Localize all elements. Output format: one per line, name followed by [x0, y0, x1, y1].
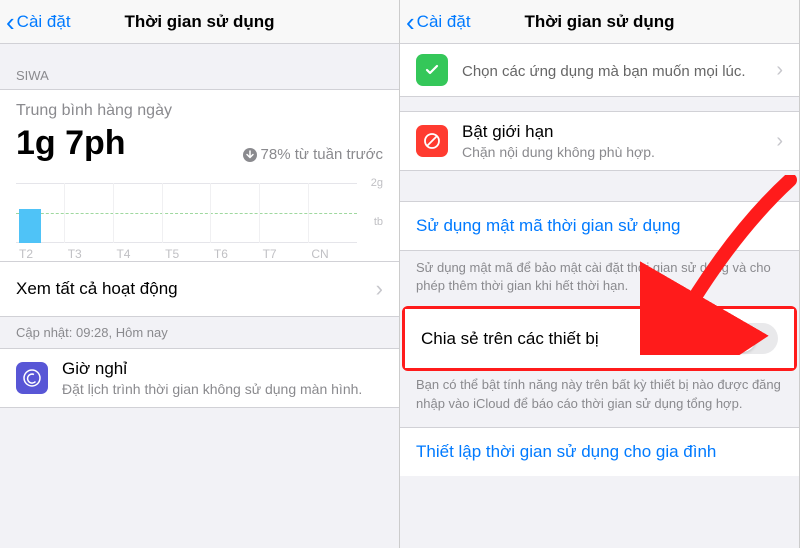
- y-axis-label-mid: tb: [374, 216, 383, 228]
- avg-change: 78% từ tuần trước: [243, 146, 383, 163]
- share-desc: Bạn có thể bật tính năng này trên bất kỳ…: [400, 368, 799, 426]
- back-label: Cài đặt: [17, 12, 71, 32]
- back-button[interactable]: ‹ Cài đặt: [406, 9, 471, 35]
- nav-bar: ‹ Cài đặt Thời gian sử dụng: [0, 0, 399, 44]
- limits-sub: Chặn nội dung không phù hợp.: [462, 144, 762, 160]
- share-label: Chia sẻ trên các thiết bị: [421, 329, 599, 349]
- share-toggle[interactable]: [727, 323, 778, 354]
- see-all-label: Xem tất cả hoạt động: [16, 279, 178, 299]
- screen-right: ‹ Cài đặt Thời gian sử dụng Chọn các ứng…: [400, 0, 800, 548]
- chevron-right-icon: ›: [776, 59, 783, 82]
- share-across-devices-row[interactable]: Chia sẻ trên các thiết bị: [405, 309, 794, 368]
- avg-change-text: 78% từ tuần trước: [261, 146, 383, 163]
- avg-label: Trung bình hàng ngày: [16, 102, 383, 120]
- x-label: CN: [308, 247, 357, 261]
- x-label: T3: [65, 247, 114, 261]
- no-entry-icon: [416, 125, 448, 157]
- arrow-down-circle-icon: [243, 148, 257, 162]
- usage-chart: 2g tb T2 T3 T4 T5 T6 T7 CN: [16, 183, 383, 261]
- downtime-row[interactable]: Giờ nghỉ Đặt lịch trình thời gian không …: [0, 348, 399, 408]
- family-label: Thiết lập thời gian sử dụng cho gia đình: [416, 442, 716, 461]
- chevron-right-icon: ›: [776, 130, 783, 153]
- x-label: T6: [211, 247, 260, 261]
- nav-bar: ‹ Cài đặt Thời gian sử dụng: [400, 0, 799, 44]
- x-label: T5: [162, 247, 211, 261]
- see-all-activity-row[interactable]: Xem tất cả hoạt động ›: [0, 261, 399, 316]
- x-label: T7: [260, 247, 309, 261]
- passcode-row[interactable]: Sử dụng mật mã thời gian sử dụng: [400, 201, 799, 251]
- back-button[interactable]: ‹ Cài đặt: [6, 9, 71, 35]
- screen-left: ‹ Cài đặt Thời gian sử dụng SIWA Trung b…: [0, 0, 400, 548]
- moon-icon: [16, 362, 48, 394]
- chevron-left-icon: ‹: [406, 9, 415, 35]
- x-label: T4: [113, 247, 162, 261]
- always-allowed-row[interactable]: Chọn các ứng dụng mà bạn muốn mọi lúc. ›: [400, 44, 799, 97]
- always-allowed-sub: Chọn các ứng dụng mà bạn muốn mọi lúc.: [462, 63, 762, 80]
- usage-card: Trung bình hàng ngày 1g 7ph 78% từ tuần …: [0, 89, 399, 317]
- avg-value: 1g 7ph: [16, 124, 126, 163]
- downtime-title: Giờ nghỉ: [62, 359, 383, 379]
- updated-note: Cập nhật: 09:28, Hôm nay: [0, 317, 399, 348]
- chevron-left-icon: ‹: [6, 9, 15, 35]
- passcode-desc: Sử dụng mật mã để bảo mật cài đặt thời g…: [400, 251, 799, 309]
- content-limits-row[interactable]: Bật giới hạn Chặn nội dung không phù hợp…: [400, 111, 799, 171]
- downtime-sub: Đặt lịch trình thời gian không sử dụng m…: [62, 381, 383, 397]
- x-label: T2: [16, 247, 65, 261]
- family-row[interactable]: Thiết lập thời gian sử dụng cho gia đình: [400, 427, 799, 476]
- chevron-right-icon: ›: [376, 276, 383, 302]
- y-axis-label-top: 2g: [371, 177, 383, 189]
- back-label: Cài đặt: [417, 12, 471, 32]
- passcode-label: Sử dụng mật mã thời gian sử dụng: [416, 216, 681, 235]
- check-icon: [416, 54, 448, 86]
- limits-title: Bật giới hạn: [462, 122, 762, 142]
- section-header-siwa: SIWA: [0, 44, 399, 89]
